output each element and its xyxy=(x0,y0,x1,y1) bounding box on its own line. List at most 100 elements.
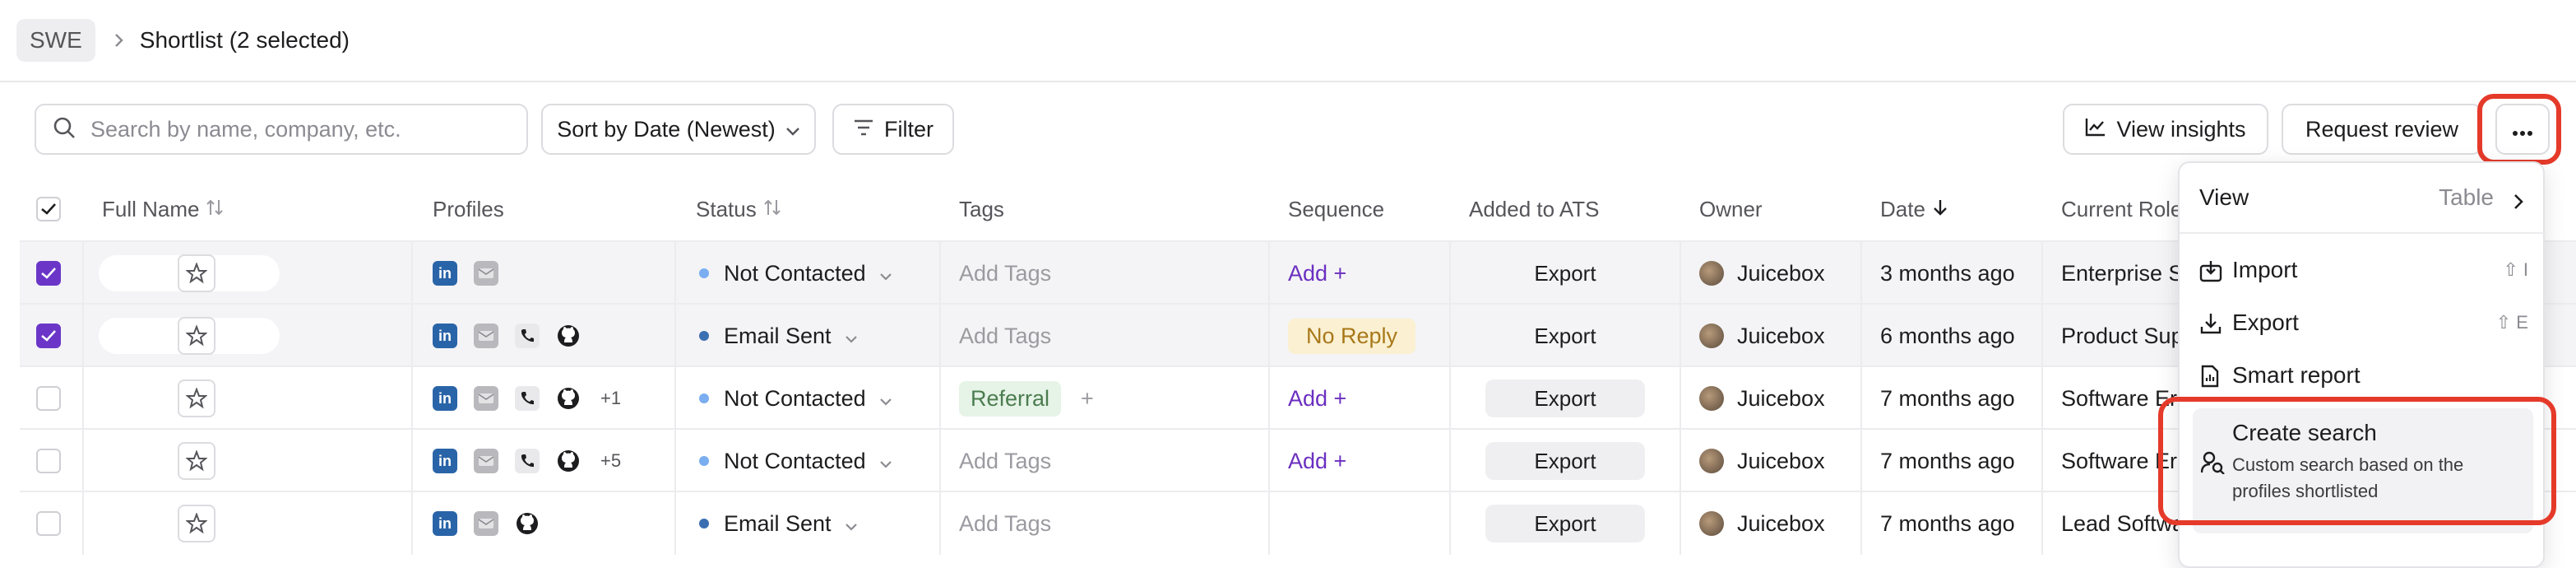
menu-item-import[interactable]: Import ⇧ I xyxy=(2180,244,2546,296)
menu-item-view[interactable]: View Table xyxy=(2180,171,2546,224)
more-profiles-count[interactable]: +1 xyxy=(600,388,621,409)
github-icon[interactable] xyxy=(556,386,581,411)
date-text: 3 months ago xyxy=(1880,260,2015,286)
avatar xyxy=(1699,511,1724,536)
linkedin-icon[interactable]: in xyxy=(433,324,457,348)
status-dropdown[interactable]: Not Contacted xyxy=(699,242,892,305)
column-current-role[interactable]: Current Role xyxy=(2061,178,2182,240)
github-icon[interactable] xyxy=(556,324,581,348)
linkedin-icon[interactable]: in xyxy=(433,511,457,536)
avatar xyxy=(1699,449,1724,473)
shortcut-hint: ⇧ E xyxy=(2495,312,2528,333)
column-full-name[interactable]: Full Name xyxy=(102,178,224,240)
request-review-button[interactable]: Request review xyxy=(2282,104,2482,155)
export-to-ats-button[interactable]: Export xyxy=(1485,505,1645,542)
status-dropdown[interactable]: Email Sent xyxy=(699,305,858,367)
add-tags-button[interactable]: Add Tags xyxy=(959,324,1051,349)
add-tags-button[interactable]: Add Tags xyxy=(959,449,1051,474)
column-tags[interactable]: Tags xyxy=(959,178,1004,240)
phone-icon[interactable] xyxy=(515,324,540,348)
checkbox[interactable] xyxy=(36,197,61,221)
column-label: Status xyxy=(696,196,757,221)
linkedin-icon[interactable]: in xyxy=(433,261,457,286)
status-dropdown[interactable]: Email Sent xyxy=(699,492,858,555)
menu-item-label: Export xyxy=(2232,310,2299,335)
mail-icon[interactable] xyxy=(474,511,498,536)
highlight-annotation xyxy=(2477,94,2561,165)
sort-dropdown[interactable]: Sort by Date (Newest) xyxy=(541,104,816,155)
add-to-sequence-button[interactable]: Add + xyxy=(1288,449,1346,474)
add-tags-button[interactable]: Add Tags xyxy=(959,511,1051,537)
column-label: Added to ATS xyxy=(1469,196,1600,221)
status-label: Not Contacted xyxy=(724,385,866,411)
column-added-to-ats[interactable]: Added to ATS xyxy=(1469,178,1600,240)
column-label: Sequence xyxy=(1288,196,1385,221)
export-to-ats-button[interactable]: Export xyxy=(1485,254,1645,292)
row-checkbox[interactable] xyxy=(36,324,61,348)
select-all-checkbox[interactable] xyxy=(36,178,61,240)
document-icon xyxy=(2199,365,2221,393)
export-to-ats-button[interactable]: Export xyxy=(1485,379,1645,417)
row-checkbox[interactable] xyxy=(36,261,61,286)
owner-name: Juicebox xyxy=(1737,510,1825,536)
avatar xyxy=(1699,386,1724,411)
sort-label: Sort by Date (Newest) xyxy=(557,116,776,142)
search-input[interactable]: Search by name, company, etc. xyxy=(35,104,528,155)
star-icon[interactable] xyxy=(178,505,215,542)
status-dropdown[interactable]: Not Contacted xyxy=(699,430,892,492)
menu-item-smart-report[interactable]: Smart report xyxy=(2180,349,2546,402)
highlight-annotation xyxy=(2158,397,2556,525)
date-text: 7 months ago xyxy=(1880,385,2015,411)
column-label: Profiles xyxy=(433,196,504,221)
breadcrumb-workspace[interactable]: SWE xyxy=(16,19,95,62)
import-icon xyxy=(2199,259,2222,288)
add-to-sequence-button[interactable]: Add + xyxy=(1288,386,1346,412)
more-profiles-count[interactable]: +5 xyxy=(600,450,621,472)
phone-icon[interactable] xyxy=(515,449,540,473)
github-icon[interactable] xyxy=(556,449,581,473)
menu-divider xyxy=(2180,232,2546,234)
column-status[interactable]: Status xyxy=(696,178,781,240)
filter-button[interactable]: Filter xyxy=(832,104,954,155)
mail-icon[interactable] xyxy=(474,261,498,286)
menu-item-export[interactable]: Export ⇧ E xyxy=(2180,296,2546,349)
column-owner[interactable]: Owner xyxy=(1699,178,1763,240)
export-to-ats-button[interactable]: Export xyxy=(1485,317,1645,355)
download-icon xyxy=(2199,312,2222,341)
star-icon[interactable] xyxy=(178,379,215,417)
phone-icon[interactable] xyxy=(515,386,540,411)
row-checkbox[interactable] xyxy=(36,386,61,411)
star-icon[interactable] xyxy=(178,442,215,480)
status-dropdown[interactable]: Not Contacted xyxy=(699,367,892,430)
status-label: Not Contacted xyxy=(724,260,866,286)
shortcut-hint: ⇧ I xyxy=(2503,259,2528,280)
add-to-sequence-button[interactable]: Add + xyxy=(1288,261,1346,286)
chevron-down-icon xyxy=(879,261,892,286)
chevron-right-icon xyxy=(2513,189,2523,216)
row-checkbox[interactable] xyxy=(36,449,61,473)
row-checkbox[interactable] xyxy=(36,511,61,536)
star-icon[interactable] xyxy=(178,254,215,292)
tag-chip[interactable]: Referral xyxy=(959,380,1062,417)
mail-icon[interactable] xyxy=(474,324,498,348)
export-to-ats-button[interactable]: Export xyxy=(1485,442,1645,480)
column-sequence[interactable]: Sequence xyxy=(1288,178,1384,240)
column-profiles[interactable]: Profiles xyxy=(433,178,504,240)
add-tags-button[interactable]: Add Tags xyxy=(959,261,1051,286)
github-icon[interactable] xyxy=(515,511,540,536)
status-label: Email Sent xyxy=(724,510,832,536)
mail-icon[interactable] xyxy=(474,386,498,411)
column-date[interactable]: Date xyxy=(1880,178,1948,240)
add-tag-plus[interactable]: + xyxy=(1081,386,1094,412)
sequence-status-badge: No Reply xyxy=(1288,318,1416,354)
star-icon[interactable] xyxy=(178,317,215,355)
owner-name: Juicebox xyxy=(1737,448,1825,473)
menu-item-label: View xyxy=(2199,184,2249,210)
linkedin-icon[interactable]: in xyxy=(433,386,457,411)
column-label: Owner xyxy=(1699,196,1763,221)
view-insights-button[interactable]: View insights xyxy=(2063,104,2268,155)
arrow-down-icon xyxy=(1932,197,1948,222)
request-review-label: Request review xyxy=(2305,116,2459,142)
linkedin-icon[interactable]: in xyxy=(433,449,457,473)
mail-icon[interactable] xyxy=(474,449,498,473)
